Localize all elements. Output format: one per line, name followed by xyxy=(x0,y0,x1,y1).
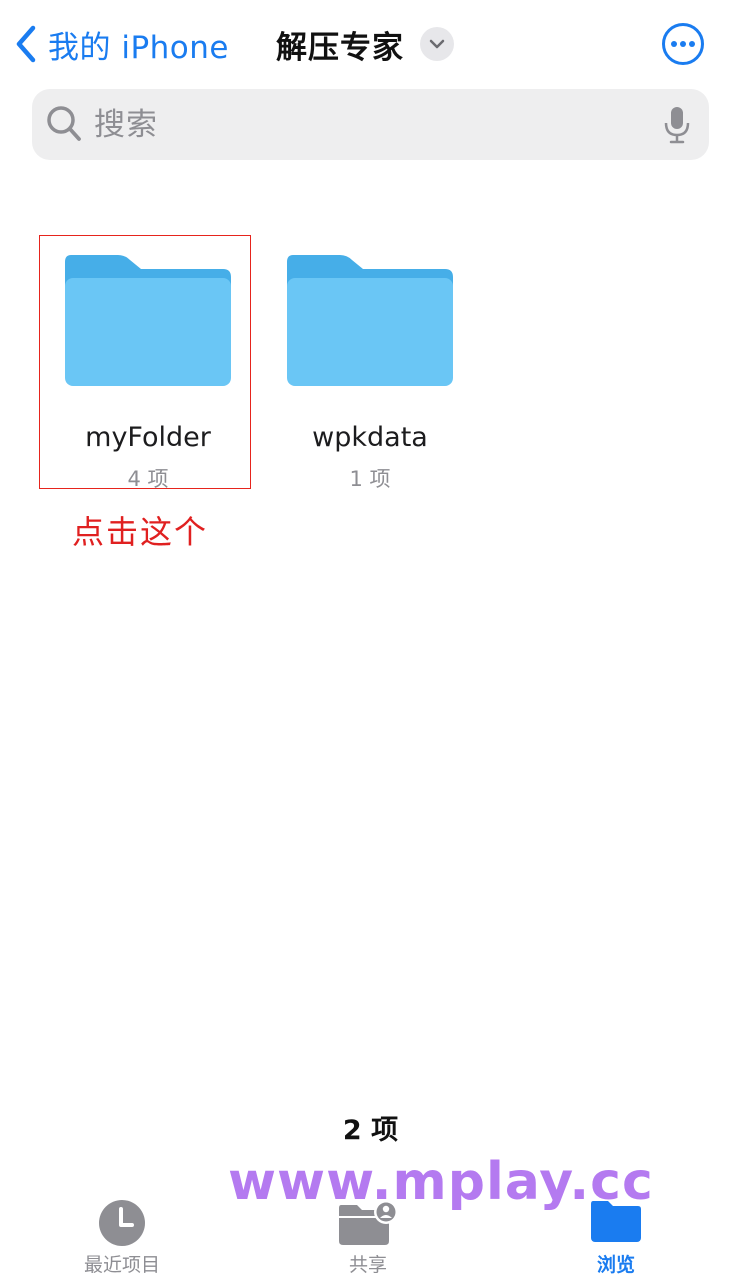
tab-label: 浏览 xyxy=(596,1254,635,1276)
search-icon xyxy=(47,106,81,141)
shared-folder-icon xyxy=(339,1200,398,1245)
file-item-count: 4 项 xyxy=(127,467,169,491)
annotation-text: 点击这个 xyxy=(72,513,209,551)
clock-icon xyxy=(99,1200,145,1246)
title-dropdown-button[interactable] xyxy=(420,27,454,61)
folder-icon xyxy=(591,1201,641,1242)
item-count-label: 2 项 xyxy=(342,1115,399,1146)
tab-recents[interactable]: 最近项目 xyxy=(52,1195,192,1280)
more-ellipsis-icon xyxy=(662,23,704,65)
microphone-icon[interactable] xyxy=(662,105,692,145)
page-title: 解压专家 xyxy=(276,29,404,66)
file-name: wpkdata xyxy=(312,422,428,453)
back-button[interactable]: 我的 iPhone xyxy=(14,22,229,66)
tab-browse[interactable]: 浏览 xyxy=(546,1195,686,1280)
chevron-down-icon xyxy=(429,39,445,49)
folder-icon xyxy=(65,255,231,386)
tab-label: 共享 xyxy=(348,1254,387,1276)
file-item[interactable]: wpkdata 1 项 xyxy=(263,254,477,494)
chevron-left-icon xyxy=(16,25,36,63)
folder-icon xyxy=(287,255,453,386)
tab-shared[interactable]: 共享 xyxy=(298,1195,438,1280)
file-name: myFolder xyxy=(85,422,211,453)
file-item[interactable]: myFolder 4 项 xyxy=(41,254,255,494)
file-item-count: 1 项 xyxy=(349,467,391,491)
tab-label: 最近项目 xyxy=(83,1254,160,1276)
title-menu[interactable]: 解压专家 xyxy=(276,22,454,66)
search-bar[interactable]: 搜索 xyxy=(32,89,709,160)
search-input[interactable]: 搜索 xyxy=(94,105,158,145)
more-options-button[interactable] xyxy=(661,22,705,66)
navigation-bar: 我的 iPhone 解压专家 xyxy=(0,0,741,88)
back-button-label: 我的 iPhone xyxy=(48,29,229,66)
